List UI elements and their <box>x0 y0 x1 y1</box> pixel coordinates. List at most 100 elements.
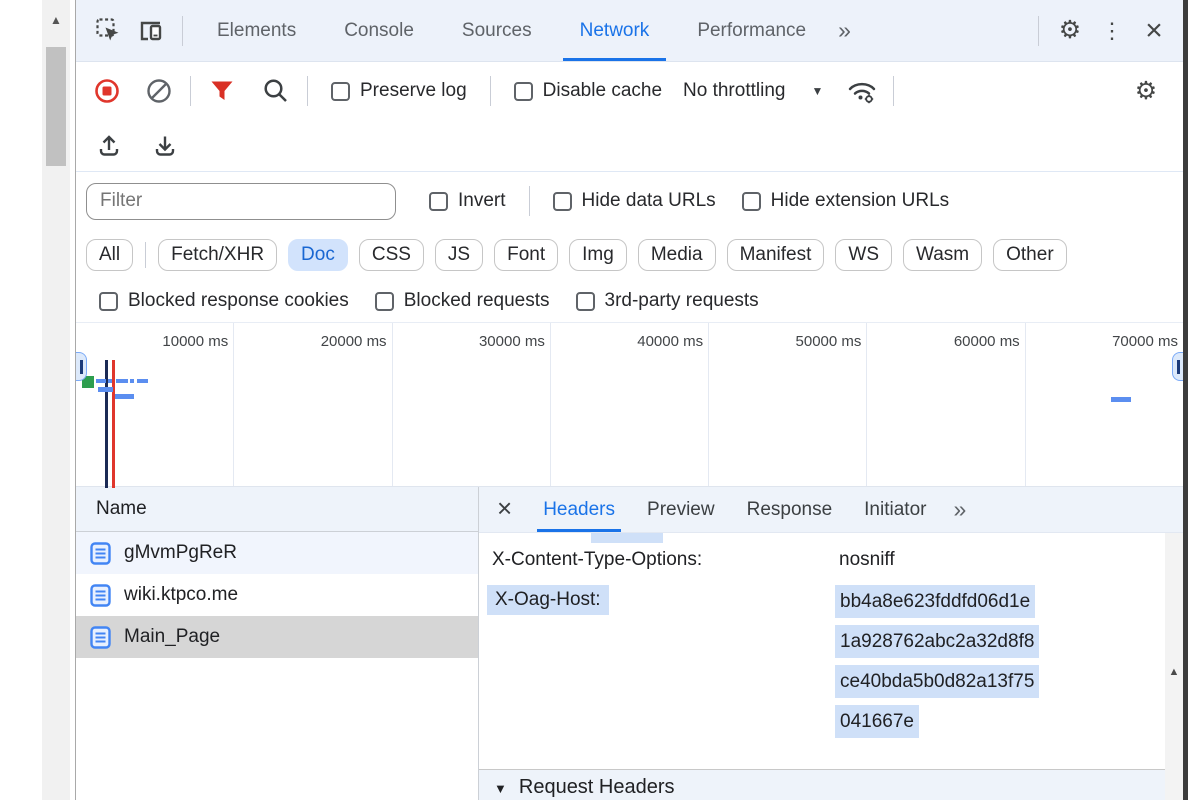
network-settings-button[interactable]: ⚙ <box>1125 69 1167 113</box>
timeline-tick-label: 20000 ms <box>321 333 387 350</box>
tab-sources[interactable]: Sources <box>438 0 556 61</box>
tab-elements[interactable]: Elements <box>193 0 320 61</box>
waterfall-bar <box>137 379 148 383</box>
more-tabs-button[interactable]: » <box>830 17 859 44</box>
tab-console[interactable]: Console <box>320 0 438 61</box>
waterfall-bar <box>108 379 112 383</box>
network-toolbar: Preserve log Disable cache No throttling… <box>76 62 1183 120</box>
settings-button[interactable]: ⚙ <box>1049 9 1091 53</box>
checkbox-icon <box>553 192 572 211</box>
preserve-log-checkbox[interactable]: Preserve log <box>331 80 467 102</box>
checkbox-icon <box>99 292 118 311</box>
timeline-column: 20000 ms <box>234 323 392 486</box>
tab-initiator[interactable]: Initiator <box>851 487 939 532</box>
inspect-icon <box>95 17 123 45</box>
resource-type-filters: All Fetch/XHR Doc CSS JS Font Img Media … <box>76 230 1183 280</box>
checkbox-icon <box>429 192 448 211</box>
request-row[interactable]: gMvmPgReR <box>76 532 478 574</box>
background-page: ▲ <box>0 0 75 800</box>
search-network-button[interactable] <box>255 69 297 113</box>
tab-response[interactable]: Response <box>734 487 846 532</box>
chips-divider <box>145 242 146 268</box>
hide-data-urls-label: Hide data URLs <box>582 190 716 212</box>
tabbar-divider <box>182 16 183 46</box>
headers-content: X-Content-Type-Options: nosniff X-Oag-Ho… <box>479 533 1183 800</box>
blocked-response-cookies-label: Blocked response cookies <box>128 290 349 312</box>
filter-input[interactable] <box>86 183 396 220</box>
timeline-tick-label: 10000 ms <box>162 333 228 350</box>
upload-icon <box>95 132 123 160</box>
blocked-requests-checkbox[interactable]: Blocked requests <box>375 290 550 312</box>
tab-preview[interactable]: Preview <box>634 487 728 532</box>
requests-and-details: Name gMvmPgReR <box>76 487 1183 800</box>
chip-css[interactable]: CSS <box>359 239 424 271</box>
chip-fetch-xhr[interactable]: Fetch/XHR <box>158 239 277 271</box>
header-value-line: ce40bda5b0d82a13f75 <box>835 665 1039 698</box>
filter-toggle-button[interactable] <box>201 69 243 113</box>
chip-doc[interactable]: Doc <box>288 239 348 271</box>
timeline-tick-label: 60000 ms <box>954 333 1020 350</box>
toolbar-divider <box>190 76 191 106</box>
name-column-header[interactable]: Name <box>76 487 478 532</box>
import-har-button[interactable] <box>88 124 130 168</box>
page-scrollbar-thumb[interactable] <box>46 47 66 166</box>
close-devtools-button[interactable]: × <box>1133 9 1175 53</box>
funnel-icon <box>209 79 235 103</box>
request-headers-label: Request Headers <box>519 776 675 799</box>
chip-js[interactable]: JS <box>435 239 483 271</box>
checkbox-icon <box>514 82 533 101</box>
customize-devtools-button[interactable]: ⋮ <box>1091 9 1133 53</box>
timeline-column: 70000 ms <box>1026 323 1183 486</box>
chip-other[interactable]: Other <box>993 239 1067 271</box>
request-row[interactable]: wiki.ktpco.me <box>76 574 478 616</box>
download-icon <box>151 132 179 160</box>
timeline-column: 50000 ms <box>709 323 867 486</box>
chevron-down-icon: ▼ <box>811 84 823 98</box>
timeline-right-grip[interactable] <box>1172 352 1183 381</box>
request-row-selected[interactable]: Main_Page <box>76 616 478 658</box>
tab-network[interactable]: Network <box>556 0 674 61</box>
network-overview-timeline[interactable]: 10000 ms 20000 ms 30000 ms 40000 ms 5000… <box>76 322 1183 487</box>
tab-headers[interactable]: Headers <box>530 487 628 532</box>
scroll-up-icon[interactable]: ▲ <box>1169 543 1180 800</box>
scroll-up-icon[interactable]: ▲ <box>42 0 70 40</box>
triangle-down-icon: ▼ <box>494 781 507 799</box>
network-conditions-button[interactable] <box>841 69 883 113</box>
header-value-line: 1a928762abc2a32d8f8 <box>835 625 1039 658</box>
requests-table: Name gMvmPgReR <box>76 487 479 800</box>
throttling-value: No throttling <box>683 80 785 102</box>
device-toolbar-button[interactable] <box>130 9 172 53</box>
disable-cache-checkbox[interactable]: Disable cache <box>514 80 662 102</box>
hide-extension-urls-checkbox[interactable]: Hide extension URLs <box>742 190 949 212</box>
chip-media[interactable]: Media <box>638 239 716 271</box>
page-scrollbar[interactable]: ▲ <box>42 0 70 800</box>
timeline-left-grip[interactable] <box>76 352 87 381</box>
tab-performance[interactable]: Performance <box>673 0 830 61</box>
export-har-button[interactable] <box>144 124 186 168</box>
invert-checkbox[interactable]: Invert <box>429 190 506 212</box>
close-details-button[interactable]: × <box>491 493 524 526</box>
chip-manifest[interactable]: Manifest <box>727 239 825 271</box>
chip-all[interactable]: All <box>86 239 133 271</box>
chip-wasm[interactable]: Wasm <box>903 239 982 271</box>
throttling-dropdown[interactable]: No throttling ▼ <box>683 80 823 102</box>
invert-label: Invert <box>458 190 506 212</box>
hide-data-urls-checkbox[interactable]: Hide data URLs <box>553 190 716 212</box>
clear-network-log-button[interactable] <box>138 69 180 113</box>
devtools-panel: Elements Console Sources Network Perform… <box>75 0 1183 800</box>
checkbox-icon <box>375 292 394 311</box>
details-scrollbar[interactable]: ▲ <box>1165 533 1183 800</box>
chip-ws[interactable]: WS <box>835 239 892 271</box>
more-details-tabs-button[interactable]: » <box>945 496 974 523</box>
waterfall-bar <box>116 379 128 383</box>
device-toolbar-icon <box>136 18 166 44</box>
inspect-element-button[interactable] <box>88 9 130 53</box>
blocked-response-cookies-checkbox[interactable]: Blocked response cookies <box>99 290 349 312</box>
record-network-log-button[interactable] <box>86 69 128 113</box>
chip-img[interactable]: Img <box>569 239 627 271</box>
chip-font[interactable]: Font <box>494 239 558 271</box>
network-conditions-icon <box>846 77 878 105</box>
waterfall-bar <box>115 394 134 399</box>
request-headers-section[interactable]: ▼ Request Headers <box>479 769 1165 800</box>
third-party-requests-checkbox[interactable]: 3rd-party requests <box>576 290 759 312</box>
